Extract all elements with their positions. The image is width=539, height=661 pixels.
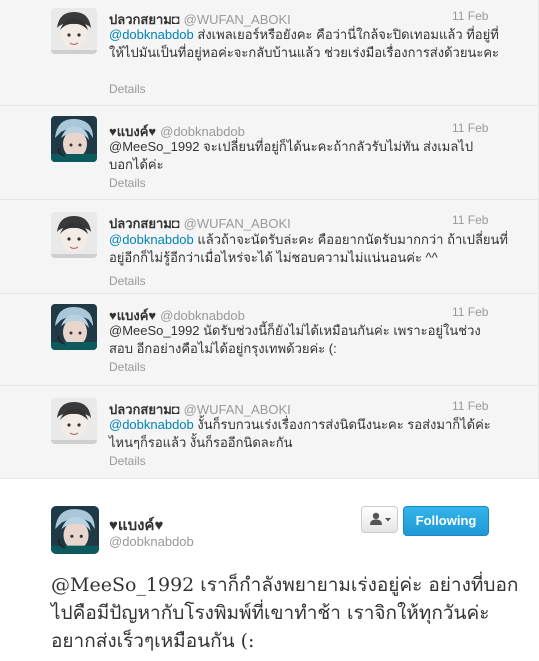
mention-link[interactable]: @MeeSo_1992 — [109, 323, 200, 338]
details-link[interactable]: Details — [109, 454, 146, 468]
mention-link[interactable]: @MeeSo_1992 — [109, 139, 200, 154]
fullname[interactable]: ปลวกสยาม◘ — [109, 12, 180, 27]
tweet-text: @MeeSo_1992 จะเปลี่ยนที่อยู่ก็ได้นะคะถ้า… — [109, 138, 489, 174]
tweet-item[interactable]: ♥แบงค์♥ @dobknabdob 11 Feb @MeeSo_1992 จะ… — [0, 106, 538, 200]
fullname[interactable]: ปลวกสยาม◘ — [109, 216, 180, 231]
avatar[interactable] — [51, 116, 97, 162]
user-dropdown-icon — [370, 512, 391, 525]
timestamp[interactable]: 11 Feb — [452, 399, 488, 413]
mention-link[interactable]: @dobknabdob — [109, 417, 194, 432]
tweet-text: @dobknabdob งั้นก็รบกวนเร่งเรื่องการส่งน… — [109, 416, 504, 452]
avatar[interactable] — [51, 304, 97, 350]
timestamp[interactable]: 11 Feb — [452, 213, 488, 227]
avatar[interactable] — [51, 212, 97, 258]
details-link[interactable]: Details — [109, 82, 146, 96]
screen-name[interactable]: @dobknabdob — [160, 124, 245, 139]
timestamp[interactable]: 11 Feb — [452, 121, 488, 135]
details-link[interactable]: Details — [109, 360, 146, 374]
tweet-item[interactable]: ปลวกสยาม◘ @WUFAN_ABOKI 11 Feb @dobknabdob… — [0, 386, 538, 478]
tweet-item[interactable]: ♥แบงค์♥ @dobknabdob 11 Feb @MeeSo_1992 นั… — [0, 294, 538, 386]
following-button[interactable]: Following — [403, 506, 489, 536]
tweet-text: @MeeSo_1992 นัดรับช่วงนี้ก็ยังไม่ได้เหมื… — [109, 322, 499, 358]
avatar[interactable] — [51, 506, 99, 554]
tweet-item[interactable]: ปลวกสยาม◘ @WUFAN_ABOKI 11 Feb @dobknabdob… — [0, 200, 538, 294]
tweet-text: @dobknabdob ส่งเพลเยอร์หรือยังคะ คือว่าน… — [109, 26, 509, 62]
tweet-text: @MeeSo_1992 เราก็กำลังพยายามเร่งอยู่ค่ะ … — [51, 574, 519, 652]
screen-name[interactable]: @dobknabdob — [160, 308, 245, 323]
details-link[interactable]: Details — [109, 274, 146, 288]
timestamp[interactable]: 11 Feb — [452, 305, 488, 319]
tweet-item[interactable]: ปลวกสยาม◘ @WUFAN_ABOKI 11 Feb @dobknabdob… — [0, 0, 538, 106]
avatar[interactable] — [51, 398, 97, 444]
expanded-tweet: ♥แบงค์♥ @dobknabdob Following @MeeSo_199… — [0, 478, 539, 661]
user-actions-button[interactable] — [361, 506, 398, 533]
fullname[interactable]: ปลวกสยาม◘ — [109, 402, 180, 417]
fullname[interactable]: ♥แบงค์♥ — [109, 308, 156, 323]
screen-name[interactable]: @dobknabdob — [109, 534, 194, 549]
timestamp[interactable]: 11 Feb — [452, 9, 488, 23]
mention-link[interactable]: @dobknabdob — [109, 27, 194, 42]
avatar[interactable] — [51, 8, 97, 54]
screen-name[interactable]: @WUFAN_ABOKI — [184, 402, 291, 417]
screen-name[interactable]: @WUFAN_ABOKI — [184, 216, 291, 231]
details-link[interactable]: Details — [109, 176, 146, 190]
tweet-text: @dobknabdob แล้วถ้าจะนัดรับล่ะคะ คืออยาก… — [109, 231, 509, 267]
screen-name[interactable]: @WUFAN_ABOKI — [184, 12, 291, 27]
fullname[interactable]: ♥แบงค์♥ — [109, 124, 156, 139]
conversation-thread: ปลวกสยาม◘ @WUFAN_ABOKI 11 Feb @dobknabdob… — [0, 0, 539, 478]
mention-link[interactable]: @dobknabdob — [109, 232, 194, 247]
